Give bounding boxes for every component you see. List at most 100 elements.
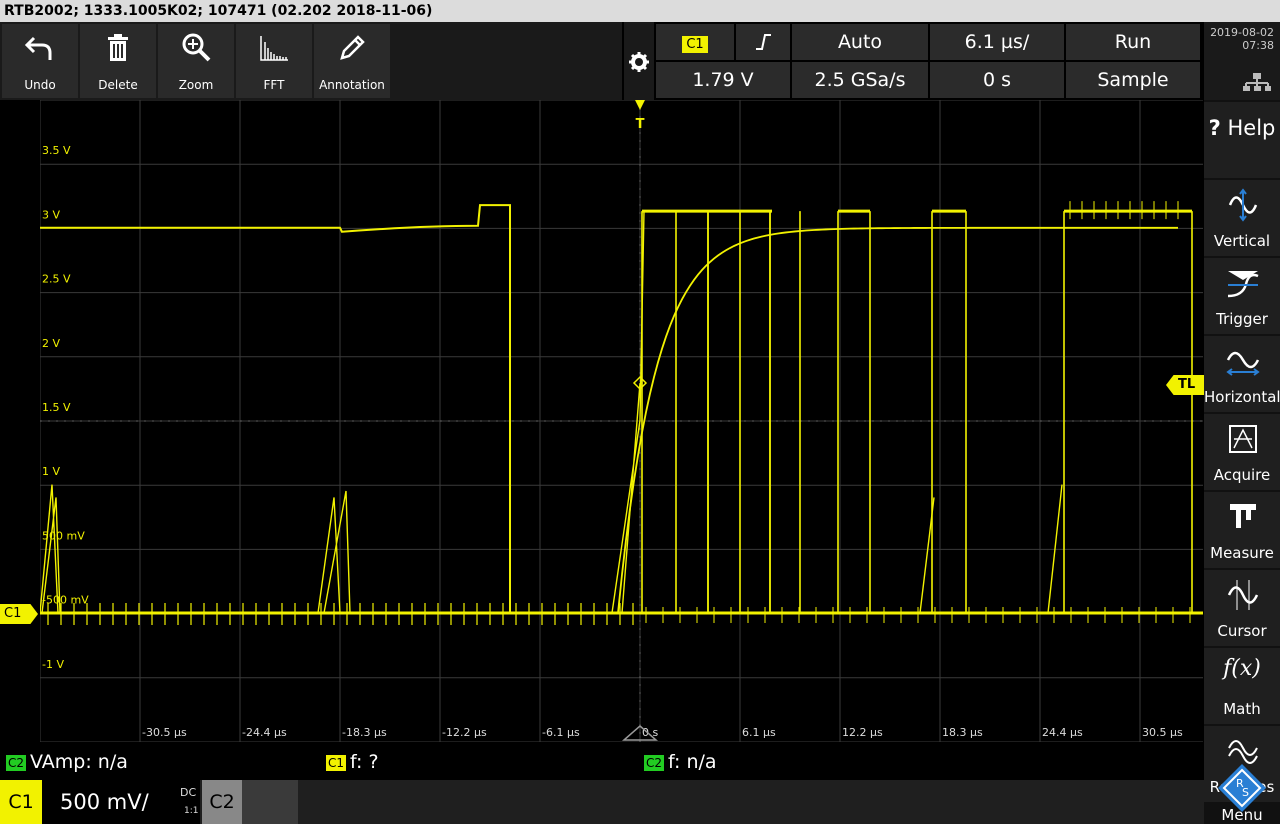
x-axis-label: -12.2 µs xyxy=(442,726,487,739)
waveform-display[interactable]: 3.5 V 3 V 2.5 V 2 V 1.5 V 1 V 500 mV -500 mV -1 … xyxy=(40,100,1203,742)
x-axis-label: -18.3 µs xyxy=(342,726,387,739)
menu-button[interactable]: R S Menu xyxy=(1204,760,1280,824)
run-state: Run xyxy=(1114,31,1152,53)
measurement-vamp[interactable]: C2 VAmp: n/a xyxy=(6,748,128,776)
delete-label: Delete xyxy=(98,78,138,92)
x-axis-label: -24.4 µs xyxy=(242,726,287,739)
x-axis-label: -30.5 µs xyxy=(142,726,187,739)
delete-button[interactable]: Delete xyxy=(80,24,156,98)
sidebar-item-measure[interactable]: Measure xyxy=(1204,492,1280,568)
x-axis-label: 12.2 µs xyxy=(842,726,883,739)
time: 07:38 xyxy=(1242,39,1274,52)
sample-rate: 2.5 GSa/s xyxy=(814,69,906,91)
channel-2-label: C2 xyxy=(202,780,242,824)
rohde-schwarz-logo-icon: R S xyxy=(1218,764,1266,812)
sidebar-item-label: Measure xyxy=(1210,544,1274,562)
trigger-mode: Auto xyxy=(837,31,883,53)
trigger-mode-field[interactable]: Auto xyxy=(792,24,928,60)
timebase: 6.1 µs/ xyxy=(964,31,1030,53)
y-axis-label: 2 V xyxy=(42,337,60,350)
sidebar-item-label: Vertical xyxy=(1213,232,1271,250)
y-axis-label: 500 mV xyxy=(42,529,85,542)
sidebar-item-label: Horizontal xyxy=(1204,388,1280,406)
sidebar-item-label: Trigger xyxy=(1216,310,1268,328)
x-axis-label: 24.4 µs xyxy=(1042,726,1083,739)
probe-ratio: 1:1 xyxy=(184,806,199,816)
y-axis-label: 2.5 V xyxy=(42,273,71,286)
acquire-icon xyxy=(1229,425,1257,453)
trigger-level-marker[interactable]: TL xyxy=(1166,375,1204,395)
cursor-wave-icon xyxy=(1227,580,1259,610)
horizontal-icon xyxy=(1226,351,1260,376)
sidebar-item-math[interactable]: f(x) Math xyxy=(1204,648,1280,724)
gear-icon xyxy=(629,52,649,114)
sidebar-item-vertical[interactable]: Vertical xyxy=(1204,180,1280,256)
horizontal-position: 0 s xyxy=(982,69,1012,91)
measurement-source-badge: C1 xyxy=(326,754,347,771)
annotation-button[interactable]: Annotation xyxy=(314,24,390,98)
run-state-field[interactable]: Run xyxy=(1066,24,1200,60)
measurement-source-badge: C2 xyxy=(644,754,665,771)
y-axis-label: 3.5 V xyxy=(42,144,71,157)
trigger-icon xyxy=(1227,271,1259,298)
sidebar-item-trigger[interactable]: Trigger xyxy=(1204,258,1280,334)
channel-1-ground-marker[interactable]: C1 xyxy=(0,604,38,624)
acquisition-field[interactable]: Sample xyxy=(1066,62,1200,98)
undo-label: Undo xyxy=(24,78,56,92)
coupling: DC xyxy=(180,786,197,799)
sidebar-item-horizontal[interactable]: Horizontal xyxy=(1204,336,1280,412)
vertical-scale: 500 mV/ xyxy=(60,790,149,814)
sidebar-item-label: Help xyxy=(1227,116,1276,140)
zoom-button[interactable]: Zoom xyxy=(158,24,234,98)
channel-2-tab[interactable]: C2 xyxy=(202,780,298,824)
sidebar-item-help[interactable]: ? Help xyxy=(1204,102,1280,178)
date: 2019-08-02 xyxy=(1210,26,1274,39)
channel-marker-label: C1 xyxy=(4,606,22,621)
sidebar: ? Help Vertical Trigger Horizontal Acqui… xyxy=(1204,100,1280,824)
undo-button[interactable]: Undo xyxy=(2,24,78,98)
y-axis-label: -1 V xyxy=(42,658,64,671)
sidebar-item-cursor[interactable]: Cursor xyxy=(1204,570,1280,646)
channel-badge: C1 xyxy=(682,36,708,53)
trigger-level-field[interactable]: 1.79 V xyxy=(656,62,790,98)
channel-field[interactable]: C1 xyxy=(656,24,734,60)
settings-button[interactable] xyxy=(624,22,654,114)
x-axis-label: 30.5 µs xyxy=(1142,726,1183,739)
x-axis-label: 6.1 µs xyxy=(742,726,776,739)
zoom-icon xyxy=(182,33,211,62)
channel-1-label: C1 xyxy=(0,780,42,824)
trigger-slope-field[interactable] xyxy=(736,24,790,60)
channel-bar: C1 500 mV/ DC 1:1 C2 xyxy=(0,780,1204,824)
zoom-label: Zoom xyxy=(178,78,214,92)
channel-1-tab[interactable]: C1 500 mV/ DC 1:1 xyxy=(0,780,200,824)
sidebar-item-label: Cursor xyxy=(1217,622,1267,640)
sidebar-item-acquire[interactable]: Acquire xyxy=(1204,414,1280,490)
vertical-icon xyxy=(1228,188,1258,222)
sidebar-item-label: Acquire xyxy=(1213,466,1271,484)
position-field[interactable]: 0 s xyxy=(930,62,1064,98)
x-axis-label: 18.3 µs xyxy=(942,726,983,739)
fft-button[interactable]: FFT xyxy=(236,24,312,98)
sample-rate-field[interactable]: 2.5 GSa/s xyxy=(792,62,928,98)
undo-icon xyxy=(24,36,52,60)
measurement-frequency-c1[interactable]: C1 f: ? xyxy=(326,748,379,776)
trigger-pos-label: T xyxy=(636,117,645,132)
function-icon: f(x) xyxy=(1223,656,1261,681)
measurement-frequency-c2[interactable]: C2 f: n/a xyxy=(644,748,717,776)
y-axis-label: 1 V xyxy=(42,465,60,478)
trigger-level-label: TL xyxy=(1178,377,1196,392)
y-axis-label: -500 mV xyxy=(42,594,89,607)
timebase-field[interactable]: 6.1 µs/ xyxy=(930,24,1064,60)
network-icon xyxy=(1243,73,1271,91)
measurement-text: f: n/a xyxy=(668,751,717,773)
toolbar: Undo Delete Zoom FFT Annotation xyxy=(0,22,622,100)
svg-text:S: S xyxy=(1242,786,1249,799)
x-axis-label: -6.1 µs xyxy=(542,726,580,739)
sidebar-item-label: Menu xyxy=(1221,806,1263,824)
measurement-text: VAmp: n/a xyxy=(30,751,128,773)
y-axis-label: 3 V xyxy=(42,208,60,221)
x-axis-label: 0 s xyxy=(642,726,658,739)
pencil-icon xyxy=(340,35,365,60)
window-title: RTB2002; 1333.1005K02; 107471 (02.202 20… xyxy=(4,3,433,19)
measurement-source-badge: C2 xyxy=(6,754,27,771)
